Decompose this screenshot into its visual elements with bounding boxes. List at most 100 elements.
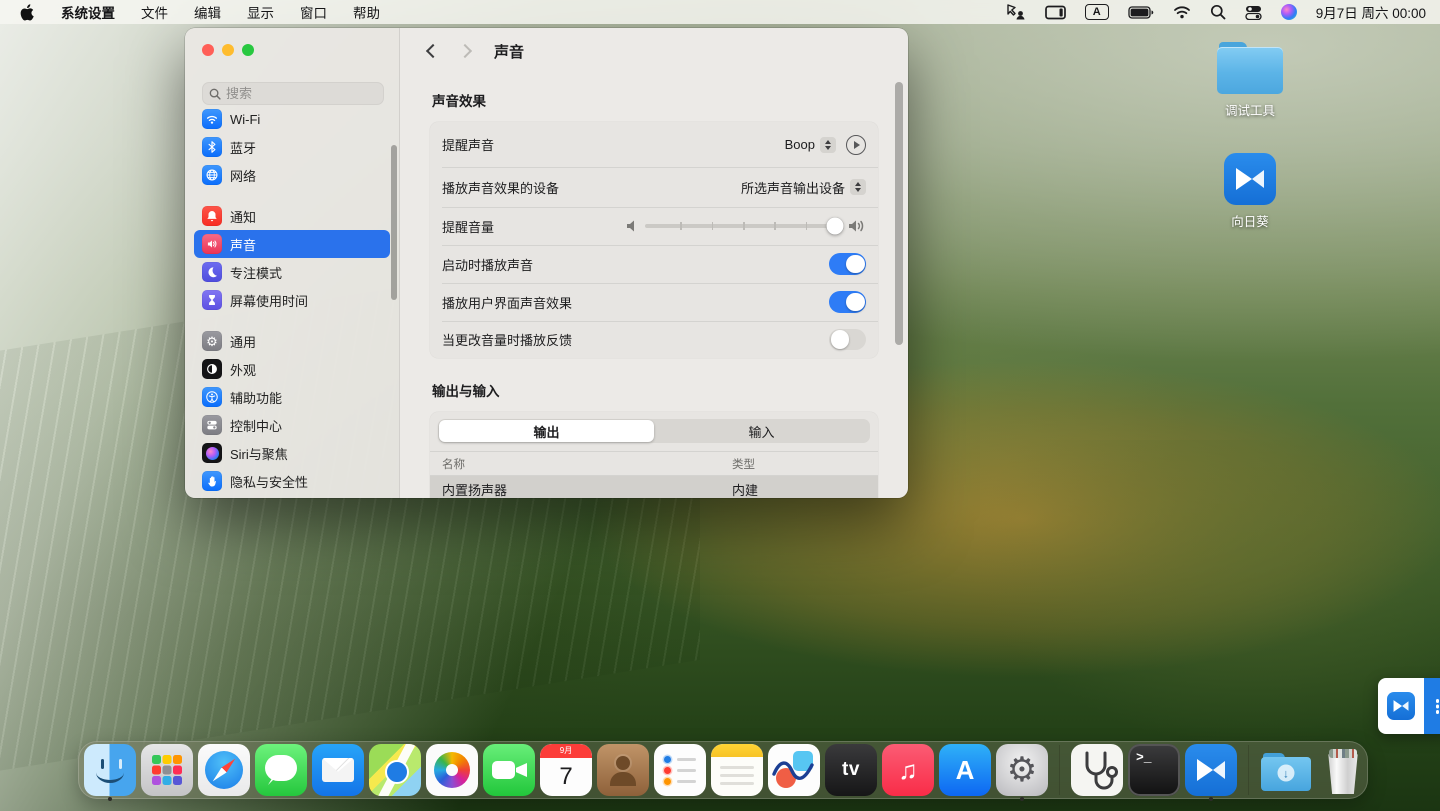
dock-separator	[1059, 745, 1060, 795]
speaker-icon	[202, 234, 222, 254]
dock-calendar[interactable]: 9月7	[540, 744, 592, 796]
sidebar-item-label: 蓝牙	[230, 138, 256, 157]
effects-device-value: 所选声音输出设备	[741, 178, 845, 197]
sidebar-item-sound[interactable]: 声音	[194, 230, 390, 258]
control-center-icon[interactable]	[1245, 5, 1262, 20]
effects-device-popup[interactable]: 所选声音输出设备	[741, 178, 866, 197]
sidebar-item-label: 声音	[230, 235, 256, 254]
zoom-button[interactable]	[242, 44, 254, 56]
search-input[interactable]	[226, 86, 356, 101]
dock-safari[interactable]	[198, 744, 250, 796]
dock-appstore[interactable]: A	[939, 744, 991, 796]
main-scrollbar[interactable]	[895, 82, 903, 345]
sunlogin-widget-icon[interactable]	[1387, 692, 1415, 720]
dock-maps[interactable]	[369, 744, 421, 796]
menu-help[interactable]: 帮助	[353, 2, 380, 22]
input-source-icon[interactable]: A	[1085, 4, 1109, 20]
facetime-icon	[483, 744, 535, 796]
dock-freeform[interactable]	[768, 744, 820, 796]
sidebar-item-screen-time[interactable]: 屏幕使用时间	[194, 286, 390, 314]
globe-icon	[202, 165, 222, 185]
spotlight-icon[interactable]	[1210, 4, 1226, 20]
sidebar-scrollbar[interactable]	[391, 145, 397, 300]
menu-file[interactable]: 文件	[141, 2, 168, 22]
display-icon[interactable]	[1045, 5, 1066, 20]
effects-device-label: 播放声音效果的设备	[442, 178, 559, 197]
running-indicator	[1020, 797, 1024, 801]
dock-music[interactable]: ♫	[882, 744, 934, 796]
stepper-icon	[850, 179, 866, 195]
menu-app-name[interactable]: 系统设置	[61, 2, 115, 22]
dock-facetime[interactable]	[483, 744, 535, 796]
desktop-icon-sunlogin[interactable]: 向日葵	[1195, 153, 1305, 230]
dock-settings[interactable]: ⚙	[996, 744, 1048, 796]
dock-messages[interactable]	[255, 744, 307, 796]
wifi-icon[interactable]	[1173, 5, 1191, 19]
volume-feedback-toggle[interactable]	[829, 329, 866, 351]
dock-sunlogin[interactable]	[1185, 744, 1237, 796]
menu-bar: 系统设置 文件 编辑 显示 窗口 帮助 A	[0, 0, 1440, 24]
folder-icon	[1217, 42, 1283, 94]
output-input-card: 输出 输入 名称 类型 内置扬声器 内建	[430, 412, 878, 498]
back-icon[interactable]	[426, 44, 440, 58]
forward-icon[interactable]	[458, 44, 472, 58]
sidebar-item-notifications[interactable]: 通知	[194, 202, 390, 230]
dock-mail[interactable]	[312, 744, 364, 796]
alert-volume-slider[interactable]	[627, 219, 866, 233]
alert-sound-row: 提醒声音 Boop	[430, 122, 878, 167]
mail-icon	[312, 744, 364, 796]
sunlogin-corner-widget[interactable]	[1378, 678, 1440, 734]
dock-launchpad[interactable]	[141, 744, 193, 796]
apple-menu-icon[interactable]	[20, 4, 35, 21]
tab-input[interactable]: 输入	[654, 420, 869, 442]
sidebar-search[interactable]	[202, 82, 384, 105]
sidebar-item-bluetooth[interactable]: 蓝牙	[194, 133, 390, 161]
sidebar-item-appearance[interactable]: 外观	[194, 355, 390, 383]
screen-sharing-icon[interactable]	[1007, 4, 1026, 20]
sidebar-item-network[interactable]: 网络	[194, 161, 390, 189]
launchpad-icon	[141, 744, 193, 796]
alert-volume-row: 提醒音量	[430, 207, 878, 245]
menu-bar-clock[interactable]: 9月7日 周六 00:00	[1316, 2, 1426, 22]
sidebar-item-wifi[interactable]: Wi-Fi	[194, 108, 390, 133]
dock-separator	[1248, 745, 1249, 795]
close-button[interactable]	[202, 44, 214, 56]
sidebar-item-focus[interactable]: 专注模式	[194, 258, 390, 286]
menu-edit[interactable]: 编辑	[194, 2, 221, 22]
dock-photos[interactable]	[426, 744, 478, 796]
dock-appletv[interactable]: tv	[825, 744, 877, 796]
device-row-built-in-speaker[interactable]: 内置扬声器 内建	[430, 476, 878, 498]
slider-thumb[interactable]	[827, 218, 844, 235]
sidebar-item-siri[interactable]: Siri与聚焦	[194, 439, 390, 467]
alert-sound-popup[interactable]: Boop	[785, 137, 836, 153]
speaker-max-icon	[849, 219, 866, 233]
dock-downloads[interactable]: ↓	[1260, 744, 1312, 796]
startup-sound-toggle[interactable]	[829, 253, 866, 275]
page-title: 声音	[494, 41, 524, 62]
dock-trash[interactable]	[1317, 744, 1369, 796]
play-sound-button[interactable]	[846, 135, 866, 155]
dock-diagnostics[interactable]	[1071, 744, 1123, 796]
dock-reminders[interactable]	[654, 744, 706, 796]
kebab-menu-icon	[1436, 699, 1440, 703]
tab-output[interactable]: 输出	[439, 420, 654, 442]
sidebar-item-general[interactable]: ⚙ 通用	[194, 327, 390, 355]
ui-sounds-toggle[interactable]	[829, 291, 866, 313]
dock-contacts[interactable]	[597, 744, 649, 796]
menu-window[interactable]: 窗口	[300, 2, 327, 22]
section-title-output-input: 输出与输入	[432, 380, 878, 400]
dock-finder[interactable]	[84, 744, 136, 796]
dock-notes[interactable]	[711, 744, 763, 796]
widget-menu-strip[interactable]	[1424, 678, 1440, 734]
sidebar-item-control-center[interactable]: 控制中心	[194, 411, 390, 439]
dock-terminal[interactable]: >_	[1128, 744, 1180, 796]
menu-view[interactable]: 显示	[247, 2, 274, 22]
siri-icon[interactable]	[1281, 4, 1297, 20]
dock: 9月7 tv ♫ A ⚙ >_ ↓	[78, 741, 1368, 799]
sidebar-item-accessibility[interactable]: 辅助功能	[194, 383, 390, 411]
sidebar-item-privacy[interactable]: 隐私与安全性	[194, 467, 390, 495]
desktop-icon-debug-tools[interactable]: 调试工具	[1195, 42, 1305, 119]
battery-icon[interactable]	[1128, 6, 1154, 19]
minimize-button[interactable]	[222, 44, 234, 56]
slider-track[interactable]	[645, 224, 841, 228]
